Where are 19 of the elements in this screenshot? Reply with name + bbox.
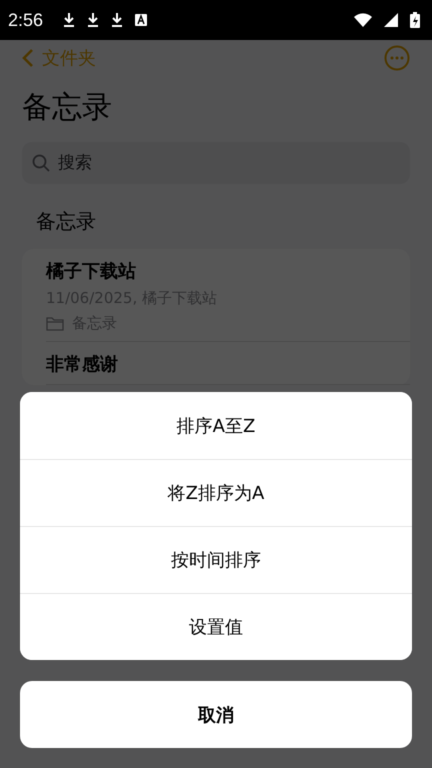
- chevron-left-icon: [22, 48, 34, 68]
- download-icon: [111, 12, 124, 28]
- cancel-button[interactable]: 取消: [20, 681, 412, 748]
- folder-icon: [46, 316, 64, 330]
- note-title: 非常感谢: [46, 353, 119, 376]
- text-icon: [135, 14, 148, 26]
- menu-option[interactable]: 设置值: [20, 593, 412, 660]
- page-title: 备忘录: [22, 89, 113, 127]
- download-icon: [63, 12, 76, 28]
- battery-icon: [410, 12, 420, 28]
- signal-icon: [384, 13, 398, 27]
- search-icon: [32, 154, 50, 172]
- more-icon[interactable]: [384, 45, 410, 71]
- status-time: 2:56: [8, 10, 44, 30]
- search-field[interactable]: 搜索: [22, 142, 410, 184]
- wifi-icon: [354, 13, 372, 27]
- section-title: 备忘录: [36, 208, 97, 235]
- download-icon: [87, 12, 100, 28]
- note-title: 橘子下载站: [46, 260, 137, 283]
